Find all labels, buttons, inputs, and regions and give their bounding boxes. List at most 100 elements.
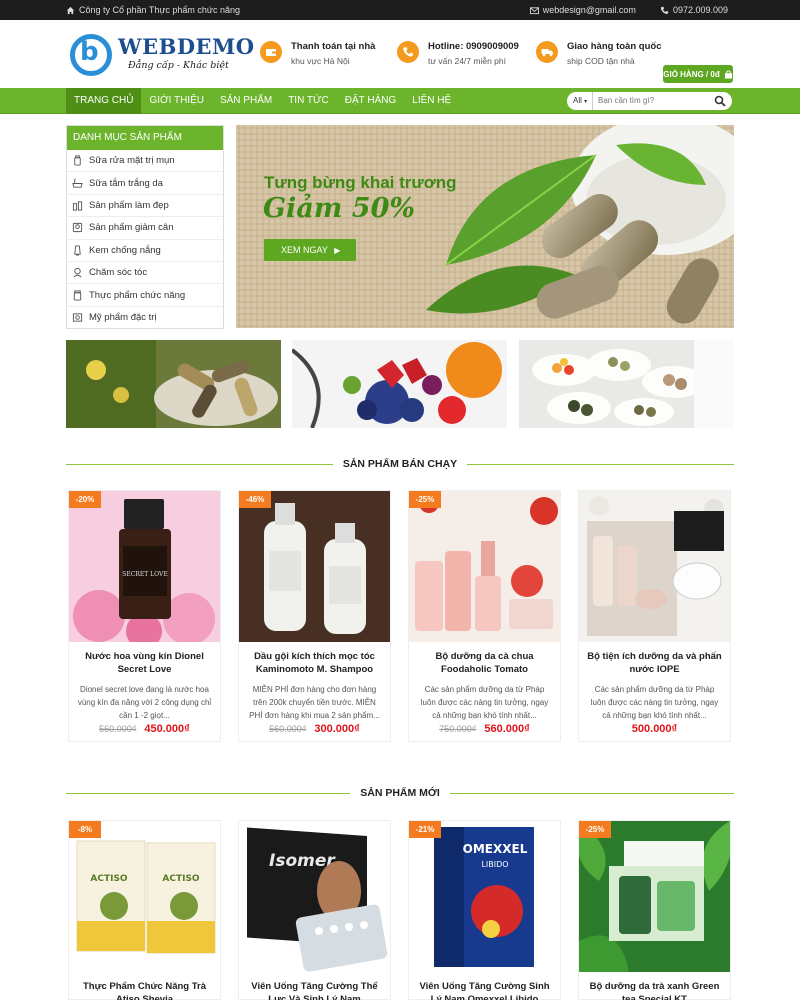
product-card[interactable]: OMEXXEL LIBIDO -21% Viên Uống Tăng Cường… [408,820,561,1000]
sale-price: 300.000₫ [314,723,360,735]
category-sidebar: DANH MỤC SẢN PHẨM Sữa rửa mặt trị mụn Sữ… [66,125,224,329]
product-description: Các sản phẩm dưỡng da từ Pháp luôn được … [420,685,549,720]
svg-text:SECRET LOVE: SECRET LOVE [122,571,167,578]
product-price: 560.000₫ 300.000₫ [239,721,390,741]
svg-text:OMEXXEL: OMEXXEL [463,842,528,856]
top-bar: Công ty Cổ phần Thực phẩm chức năng webd… [0,0,800,20]
sidebar-item-label: Thực phẩm chức năng [89,289,186,301]
product-name[interactable]: Dầu gội kích thích mọc tóc Kaminomoto M.… [239,642,390,678]
sale-price: 450.000₫ [144,723,190,735]
info-subtitle: tư vấn 24/7 miễn phí [428,56,506,66]
capsules-image [66,340,281,428]
product-image[interactable]: Isomer [239,821,390,972]
old-price: 750.000₫ [439,724,477,734]
sidebar-item-shower-gel[interactable]: Sữa tắm trắng da [67,172,223,195]
old-price: 560.000₫ [269,724,307,734]
sidebar-item-label: Mỹ phẩm đặc trị [89,312,157,324]
section-divider [449,792,735,794]
product-card[interactable]: -46% Dầu gội kích thích mọc tóc Kaminomo… [238,490,391,742]
nav-item-products[interactable]: SẢN PHẨM [212,88,280,114]
info-hotline: Hotline: 0909009009 tư vấn 24/7 miễn phí [397,41,519,66]
logo-mark: b [80,37,99,67]
logo-tagline: Đẳng cấp - Khác biệt [128,60,229,71]
svg-text:LIBIDO: LIBIDO [481,860,508,869]
hero-banner[interactable]: Tưng bừng khai trương Giảm 50% XEM NGAY … [236,125,734,328]
perfume-image: SECRET LOVE [69,491,220,642]
nav-item-order[interactable]: ĐẶT HÀNG [337,88,405,114]
info-subtitle: khu vực Hà Nội [291,56,350,66]
sidebar-item-cosmetics[interactable]: Mỹ phẩm đặc trị [67,307,223,329]
section-divider [467,463,734,465]
sidebar-item-label: Sữa tắm trắng da [89,177,163,189]
tomato-skincare-image [409,491,560,642]
shampoo-image [239,491,390,642]
product-image[interactable]: SECRET LOVE -20% [69,491,220,642]
promo-thumb-pills[interactable] [519,340,734,428]
product-card[interactable]: ACTISO ACTISO -8% Thực Phẩm Chức Năng Tr… [68,820,221,1000]
search-icon[interactable] [714,95,726,107]
topbar-phone[interactable]: 0972.009.009 [673,5,728,15]
product-image[interactable]: -46% [239,491,390,642]
promo-thumb-supplements[interactable] [66,340,281,428]
search-scope-select[interactable]: All ▾ [567,92,592,110]
product-image[interactable]: -25% [409,491,560,642]
section-title: SẢN PHẨM BÁN CHẠY [342,458,458,470]
product-card[interactable]: Isomer Viên Uống Tăng Cường Thể Lực Và S… [238,820,391,1000]
sidebar-item-beauty[interactable]: Sản phẩm làm đẹp [67,195,223,218]
sidebar-item-hair-care[interactable]: Chăm sóc tóc [67,262,223,285]
nav-item-about[interactable]: GIỚI THIỆU [141,88,212,114]
product-price: 750.000₫ 560.000₫ [409,721,560,741]
product-name[interactable]: Bộ dưỡng da cà chua Foodaholic Tomato [409,642,560,678]
info-subtitle: ship COD tận nhà [567,56,635,66]
sale-price: 500.000₫ [631,723,678,735]
product-card[interactable]: -25% Bộ dưỡng da cà chua Foodaholic Toma… [408,490,561,742]
section-title: SẢN PHẨM MỚI [360,787,440,799]
sidebar-item-weight-loss[interactable]: Sản phẩm giảm cân [67,217,223,240]
sidebar-item-face-wash[interactable]: Sữa rửa mặt trị mụn [67,150,223,173]
green-tea-set-image [579,821,730,972]
product-description: MIỄN PHÍ đơn hàng cho đơn hàng trên 200k… [249,685,380,720]
product-card[interactable]: Bộ tiện ích dưỡng da và phấn nước IOPE C… [578,490,731,742]
search-input[interactable]: Bạn cần tìm gì? [592,92,732,110]
isomer-image: Isomer [239,821,390,972]
sidebar-item-sunscreen[interactable]: Kem chống nắng [67,240,223,262]
product-image[interactable]: OMEXXEL LIBIDO -21% [409,821,560,972]
sidebar-item-supplements[interactable]: Thực phẩm chức năng [67,284,223,307]
banner-headline: Tưng bừng khai trương [264,173,457,192]
product-name[interactable]: Bộ tiện ích dưỡng da và phấn nước IOPE [579,642,730,678]
topbar-email[interactable]: webdesign@gmail.com [543,5,636,15]
discount-badge: -20% [69,491,101,508]
info-payment: Thanh toán tại nhà khu vực Hà Nội [260,41,375,66]
info-title: Giao hàng toàn quốc [567,41,662,52]
product-name[interactable]: Viên Uống Tăng Cường Sinh Lý Nam Omexxel… [409,972,560,1000]
discount-badge: -25% [579,821,611,838]
info-title[interactable]: Hotline: 0909009009 [428,41,519,52]
site-logo[interactable]: b WEBDEMO Đẳng cấp - Khác biệt [70,34,254,78]
product-image[interactable]: -25% [579,821,730,972]
old-price: 560.000₫ [99,724,137,734]
banner-cta-button[interactable]: XEM NGAY ▶ [264,239,356,261]
nav-item-contact[interactable]: LIÊN HỆ [404,88,459,114]
sidebar-item-label: Sản phẩm làm đẹp [89,199,169,211]
product-name[interactable]: Thực Phẩm Chức Năng Trà Atiso Shevia [69,972,220,1000]
product-price: 560.000₫ 450.000₫ [69,721,220,741]
product-card[interactable]: -25% Bộ dưỡng da trà xanh Green tea Spec… [578,820,731,1000]
product-description: Các sản phẩm dưỡng da từ Pháp luôn được … [590,685,719,720]
product-description: Dionel secret love đang là nước hoa vùng… [77,685,212,720]
cart-button[interactable]: GIỎ HÀNG / 0đ [663,65,733,83]
scale-icon [72,223,83,233]
banner-cta-label: XEM NGAY [281,245,328,255]
nav-item-news[interactable]: TIN TỨC [280,88,337,114]
product-image[interactable]: ACTISO ACTISO -8% [69,821,220,972]
product-name[interactable]: Bộ dưỡng da trà xanh Green tea Special K… [579,972,730,1000]
truck-icon [536,41,558,63]
promo-thumb-fruits[interactable] [292,340,507,428]
product-card[interactable]: SECRET LOVE -20% Nước hoa vùng kín Dione… [68,490,221,742]
sidebar-item-label: Sản phẩm giảm cân [89,222,174,234]
sidebar-item-label: Sữa rửa mặt trị mụn [89,155,175,167]
product-name[interactable]: Nước hoa vùng kín Dionel Secret Love [69,642,220,678]
section-divider [66,792,351,794]
product-name[interactable]: Viên Uống Tăng Cường Thể Lực Và Sinh Lý … [239,972,390,1000]
product-image[interactable] [579,491,730,642]
nav-item-home[interactable]: TRANG CHỦ [66,88,142,114]
